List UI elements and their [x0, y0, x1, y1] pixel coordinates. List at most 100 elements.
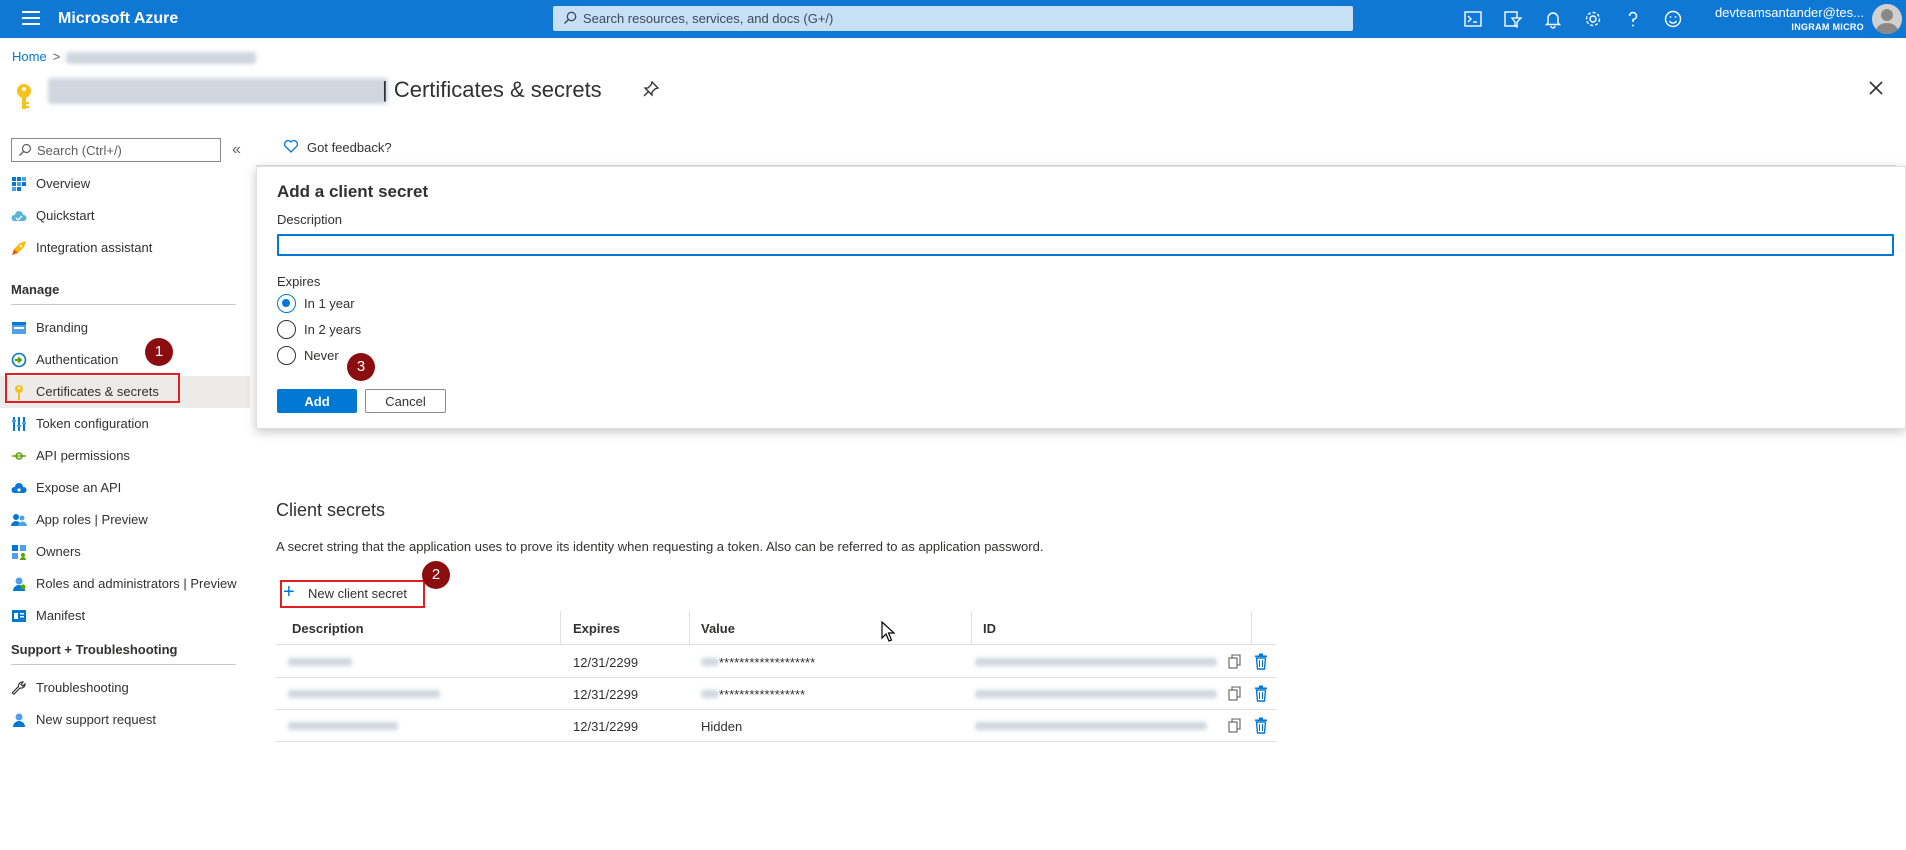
- avatar[interactable]: [1872, 4, 1902, 34]
- client-secrets-heading: Client secrets: [276, 500, 386, 520]
- sidebar-item-label: App roles | Preview: [36, 512, 148, 527]
- sidebar-item-troubleshooting[interactable]: Troubleshooting: [0, 672, 250, 704]
- hamburger-menu-icon[interactable]: [22, 11, 40, 27]
- copy-icon[interactable]: [1228, 654, 1242, 670]
- key-icon: [17, 84, 31, 109]
- client-secrets-description: A secret string that the application use…: [276, 539, 1044, 554]
- annotation-badge-1: 1: [145, 338, 173, 366]
- brand-title[interactable]: Microsoft Azure: [58, 10, 178, 28]
- manage-heading: Manage: [11, 282, 60, 297]
- value-prefix-redacted: [701, 690, 719, 698]
- account-menu[interactable]: devteamsantander@tes... INGRAM MICRO: [1715, 5, 1864, 32]
- copy-icon[interactable]: [1228, 718, 1242, 734]
- sidebar-item-branding[interactable]: Branding: [0, 312, 250, 344]
- description-redacted: [288, 690, 440, 698]
- description-redacted: [288, 722, 398, 730]
- sidebar-item-integration-assistant[interactable]: Integration assistant: [0, 232, 250, 264]
- sidebar-item-label: Branding: [36, 320, 89, 335]
- radio-button[interactable]: [277, 346, 296, 365]
- sidebar-search-placeholder: Search (Ctrl+/): [37, 143, 122, 158]
- add-button[interactable]: Add: [277, 389, 357, 413]
- expires-cell: 12/31/2299: [573, 719, 639, 734]
- breadcrumb-separator: >: [52, 49, 61, 64]
- collapse-sidebar-icon[interactable]: «: [232, 141, 241, 159]
- sidebar-item-app-roles[interactable]: App roles | Preview: [0, 504, 250, 536]
- id-redacted: [975, 658, 1217, 666]
- radio-button[interactable]: [277, 320, 296, 339]
- delete-icon[interactable]: [1254, 717, 1268, 734]
- feedback-smiley-icon[interactable]: [1662, 8, 1684, 30]
- annotation-badge-3: 3: [347, 353, 375, 381]
- token-bars-icon: [12, 417, 26, 431]
- table-row: 12/31/2299 *******************: [276, 646, 1276, 678]
- sidebar: Search (Ctrl+/) « Overview Quickstart In…: [0, 136, 250, 736]
- sidebar-item-label: Integration assistant: [36, 240, 153, 255]
- settings-icon[interactable]: [1582, 8, 1604, 30]
- owners-icon: [12, 545, 26, 560]
- app-name-redacted: [48, 78, 388, 104]
- column-header-description[interactable]: Description: [292, 621, 364, 636]
- column-separator: [689, 611, 690, 645]
- description-redacted: [288, 658, 352, 666]
- quickstart-cloud-icon: [11, 211, 27, 221]
- annotation-box-new-secret: [280, 580, 425, 608]
- notifications-icon[interactable]: [1542, 8, 1564, 30]
- sidebar-item-overview[interactable]: Overview: [0, 168, 250, 200]
- id-redacted: [975, 690, 1217, 698]
- sidebar-item-token-configuration[interactable]: Token configuration: [0, 408, 250, 440]
- value-cell: Hidden: [701, 719, 743, 734]
- value-prefix-redacted: [701, 658, 719, 666]
- copy-icon[interactable]: [1228, 686, 1242, 702]
- sidebar-item-api-permissions[interactable]: API permissions: [0, 440, 250, 472]
- table-row: 12/31/2299 Hidden: [276, 710, 1276, 742]
- column-header-id[interactable]: ID: [983, 621, 996, 636]
- cancel-button[interactable]: Cancel: [365, 389, 446, 413]
- directory-filter-icon[interactable]: [1502, 8, 1524, 30]
- page-title: | Certificates & secrets: [382, 77, 602, 103]
- sidebar-search-input[interactable]: Search (Ctrl+/): [11, 138, 221, 162]
- table-row: 12/31/2299 *****************: [276, 678, 1276, 710]
- sidebar-item-label: Manifest: [36, 608, 86, 623]
- sidebar-item-roles-and-administrators[interactable]: Roles and administrators | Preview: [0, 568, 250, 600]
- id-redacted: [975, 722, 1207, 730]
- global-search-input[interactable]: Search resources, services, and docs (G+…: [553, 6, 1353, 31]
- column-header-value[interactable]: Value: [701, 621, 735, 636]
- global-search-placeholder: Search resources, services, and docs (G+…: [583, 11, 834, 26]
- sidebar-item-label: Expose an API: [36, 480, 122, 495]
- sidebar-item-owners[interactable]: Owners: [0, 536, 250, 568]
- branding-icon: [12, 322, 26, 334]
- description-label: Description: [277, 212, 343, 227]
- authentication-icon: [11, 352, 27, 368]
- got-feedback-label: Got feedback?: [307, 140, 392, 155]
- overview-grid-icon: [12, 177, 26, 191]
- wrench-icon: [11, 681, 26, 695]
- sidebar-item-authentication[interactable]: Authentication: [0, 344, 250, 376]
- column-separator: [1251, 611, 1252, 645]
- breadcrumb-home-link[interactable]: Home: [12, 49, 47, 64]
- sidebar-item-label: Troubleshooting: [36, 680, 129, 695]
- delete-icon[interactable]: [1254, 685, 1268, 702]
- app-roles-icon: [11, 514, 27, 526]
- sidebar-item-quickstart[interactable]: Quickstart: [0, 200, 250, 232]
- delete-icon[interactable]: [1254, 653, 1268, 670]
- divider: [11, 304, 236, 305]
- breadcrumb-app-link-redacted[interactable]: [66, 51, 257, 64]
- help-icon[interactable]: [1622, 8, 1644, 30]
- rocket-icon: [12, 241, 26, 255]
- panel-title: Add a client secret: [277, 182, 429, 201]
- sidebar-item-expose-an-api[interactable]: Expose an API: [0, 472, 250, 504]
- cloud-shell-icon[interactable]: [1462, 8, 1484, 30]
- pin-icon[interactable]: [642, 80, 660, 98]
- sidebar-item-label: Overview: [36, 176, 91, 191]
- sidebar-item-new-support-request[interactable]: New support request: [0, 704, 250, 736]
- annotation-box-certificates: [5, 373, 180, 403]
- page-title-text: Certificates & secrets: [393, 77, 602, 102]
- divider: [11, 664, 236, 665]
- description-field[interactable]: [277, 234, 1894, 256]
- title-separator: |: [382, 77, 388, 102]
- close-icon[interactable]: [1868, 80, 1884, 96]
- column-header-expires[interactable]: Expires: [573, 621, 620, 636]
- radio-button[interactable]: [277, 294, 296, 313]
- sidebar-item-manifest[interactable]: Manifest: [0, 600, 250, 632]
- sidebar-item-label: Authentication: [36, 352, 119, 367]
